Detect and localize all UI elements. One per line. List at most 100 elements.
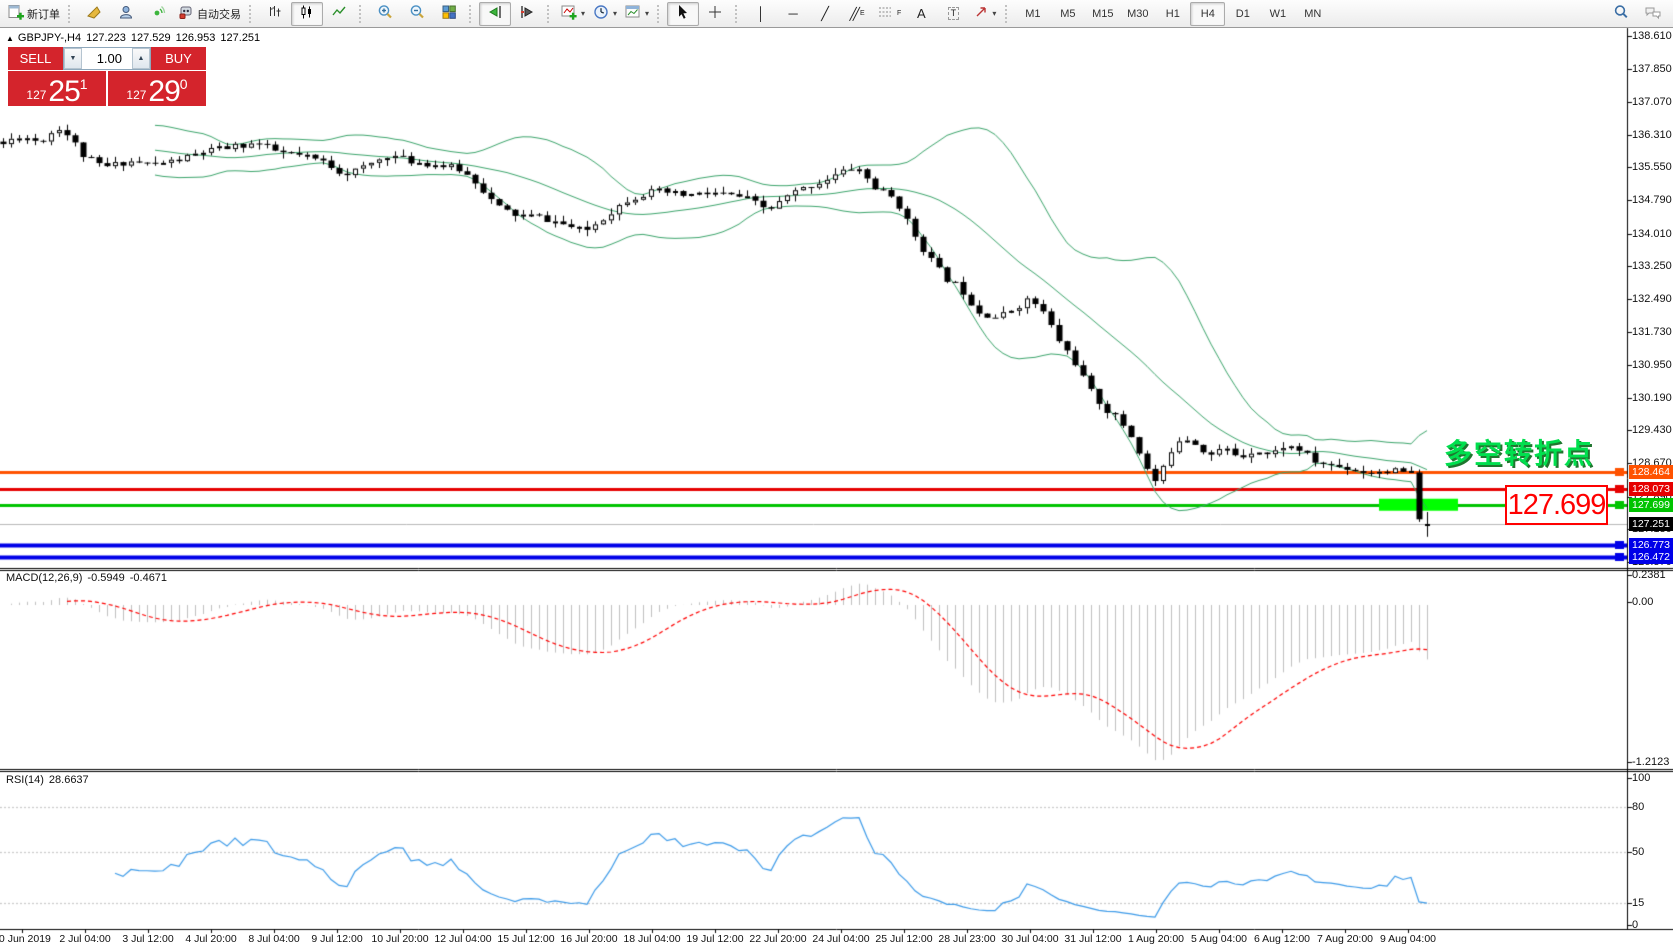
buy-price-button[interactable]: 127290	[108, 71, 206, 106]
clock-icon	[593, 4, 609, 23]
chevron-down-icon: ▾	[613, 9, 617, 18]
signals-button[interactable]	[142, 2, 174, 26]
volume-decrease-button[interactable]: ▼	[64, 48, 82, 69]
trendline-button[interactable]: ╱	[809, 2, 841, 26]
chat-button[interactable]	[1637, 2, 1669, 26]
turning-point-annotation[interactable]: 多空转折点	[1444, 432, 1594, 472]
collapse-panel-icon[interactable]: ▲	[6, 34, 14, 43]
horizontal-line-icon: ─	[788, 7, 797, 21]
mt4-window: 新订单 自动交易	[0, 0, 1673, 947]
rsi-value: 28.6637	[49, 774, 89, 786]
equidistant-channel-button[interactable]: ╱╱E	[841, 2, 873, 26]
signals-icon	[150, 4, 166, 23]
line-chart-button[interactable]	[323, 2, 355, 26]
auto-scroll-button[interactable]	[479, 2, 511, 26]
text-label-button[interactable]: T	[937, 2, 969, 26]
chart-canvas[interactable]	[0, 0, 1673, 947]
toolbar-separator	[68, 5, 74, 23]
sell-button[interactable]: SELL	[8, 47, 63, 70]
gold-pointer-button[interactable]	[78, 2, 110, 26]
fibonacci-subscript: F	[897, 10, 901, 17]
volume-increase-button[interactable]: ▲	[132, 48, 150, 69]
macd-signal-value: -0.4671	[130, 572, 167, 584]
crosshair-icon	[707, 4, 723, 23]
macd-label: MACD(12,26,9)	[6, 572, 82, 584]
cursor-icon	[675, 4, 691, 23]
chevron-down-icon: ▾	[992, 9, 996, 18]
symbol-name: GBPJPY-,H4	[18, 32, 81, 44]
timeframe-h4[interactable]: H4	[1190, 2, 1225, 26]
text-icon: A	[917, 7, 926, 21]
crosshair-button[interactable]	[699, 2, 731, 26]
horizontal-line-button[interactable]: ─	[777, 2, 809, 26]
autotrading-button[interactable]: 自动交易	[174, 2, 245, 26]
volume-input[interactable]: 1.00	[82, 48, 132, 69]
periods-button[interactable]: ▾	[589, 2, 621, 26]
toolbar-separator	[249, 5, 255, 23]
search-button[interactable]	[1605, 2, 1637, 26]
fibonacci-button[interactable]: F	[873, 2, 905, 26]
templates-button[interactable]: ▾	[621, 2, 653, 26]
chat-icon	[1644, 4, 1662, 23]
buy-price-sup: 0	[180, 76, 188, 92]
cursor-button[interactable]	[667, 2, 699, 26]
tile-windows-icon	[441, 4, 457, 23]
ohlc-open: 127.223	[86, 32, 126, 44]
timeframe-w1[interactable]: W1	[1260, 2, 1295, 26]
fibonacci-icon	[877, 4, 893, 23]
chart-shift-button[interactable]	[511, 2, 543, 26]
symbol-ohlc-line: ▲GBPJPY-,H4127.223127.529126.953127.251	[6, 32, 265, 44]
macd-main-value: -0.5949	[87, 572, 124, 584]
price-callout-box[interactable]: 127.699	[1505, 485, 1608, 525]
indicators-button[interactable]: ▾	[557, 2, 589, 26]
toolbar-separator	[547, 5, 553, 23]
toolbar: 新订单 自动交易	[0, 0, 1673, 28]
timeframe-h1[interactable]: H1	[1155, 2, 1190, 26]
trendline-icon: ╱	[821, 7, 829, 21]
search-icon	[1613, 4, 1629, 23]
chart-shift-icon	[519, 4, 535, 23]
timeframe-mn[interactable]: MN	[1295, 2, 1330, 26]
expert-advisors-icon	[118, 4, 134, 23]
autotrading-icon	[178, 4, 194, 23]
zoom-out-button[interactable]	[401, 2, 433, 26]
volume-stepper: ▼ 1.00 ▲	[63, 47, 151, 70]
timeframe-m15[interactable]: M15	[1085, 2, 1120, 26]
chevron-down-icon: ▾	[645, 9, 649, 18]
bar-chart-button[interactable]	[259, 2, 291, 26]
buy-price-prefix: 127	[126, 88, 146, 102]
gold-pointer-icon	[86, 4, 102, 23]
macd-label-line: MACD(12,26,9) -0.5949 -0.4671	[6, 572, 172, 584]
timeframe-m5[interactable]: M5	[1050, 2, 1085, 26]
channel-icon: ╱╱	[849, 7, 855, 21]
rsi-label: RSI(14)	[6, 774, 44, 786]
line-chart-icon	[331, 4, 347, 23]
candlestick-chart-button[interactable]	[291, 2, 323, 26]
ohlc-high: 127.529	[131, 32, 171, 44]
buy-button[interactable]: BUY	[151, 47, 206, 70]
templates-icon	[625, 4, 641, 23]
arrows-icon	[974, 5, 988, 22]
autotrading-label: 自动交易	[197, 6, 241, 22]
new-order-button[interactable]: 新订单	[4, 2, 64, 26]
timeframe-m1[interactable]: M1	[1015, 2, 1050, 26]
rsi-label-line: RSI(14) 28.6637	[6, 774, 94, 786]
text-button[interactable]: A	[905, 2, 937, 26]
arrows-button[interactable]: ▾	[969, 2, 1001, 26]
vertical-line-button[interactable]: │	[745, 2, 777, 26]
expert-advisors-button[interactable]	[110, 2, 142, 26]
candlestick-chart-icon	[299, 4, 315, 23]
sell-price-main: 25	[48, 78, 79, 105]
zoom-in-button[interactable]	[369, 2, 401, 26]
new-order-icon	[8, 4, 24, 23]
tile-windows-button[interactable]	[433, 2, 465, 26]
toolbar-separator	[735, 5, 741, 23]
timeframe-m30[interactable]: M30	[1120, 2, 1155, 26]
sell-price-sup: 1	[80, 76, 88, 92]
ohlc-low: 126.953	[176, 32, 216, 44]
toolbar-separator	[469, 5, 475, 23]
sell-price-button[interactable]: 127251	[8, 71, 106, 106]
chevron-down-icon: ▾	[581, 9, 585, 18]
timeframe-d1[interactable]: D1	[1225, 2, 1260, 26]
zoom-in-icon	[377, 4, 393, 23]
